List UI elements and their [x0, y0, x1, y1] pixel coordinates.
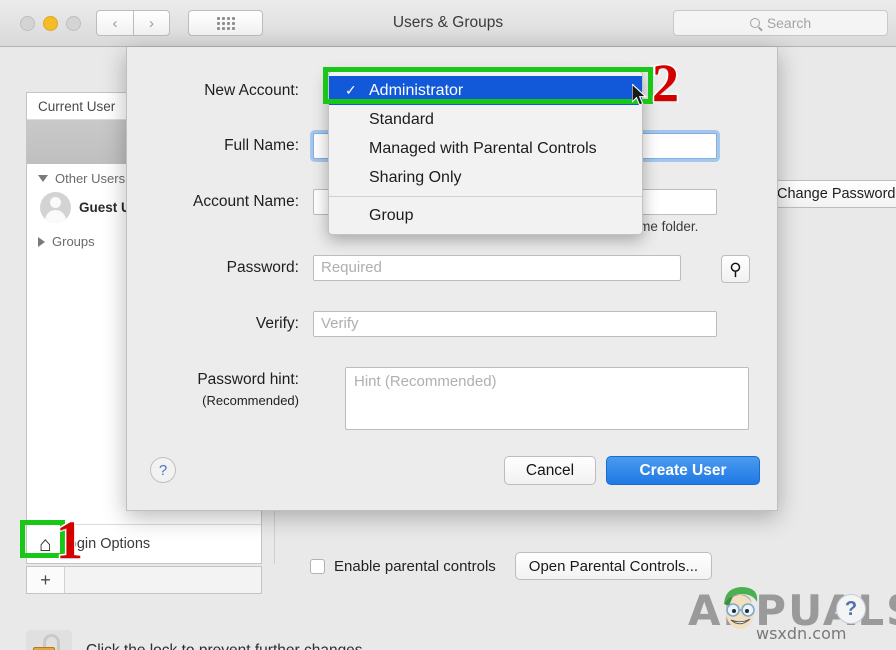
key-icon: ⚲ — [729, 259, 742, 279]
password-input[interactable]: Required — [313, 255, 681, 281]
search-field[interactable]: Search — [673, 10, 888, 36]
highlight-box-menu-administrator — [323, 67, 653, 104]
create-user-button[interactable]: Create User — [606, 456, 760, 485]
verify-input[interactable]: Verify — [313, 311, 717, 337]
disclosure-triangle-right-icon[interactable] — [38, 236, 45, 247]
password-hint-label-main: Password hint: — [197, 371, 299, 388]
app-window: ‹ › Users & Groups Search Change Passwor… — [0, 0, 896, 650]
unlocked-padlock-icon[interactable] — [26, 630, 72, 650]
window-titlebar: ‹ › Users & Groups Search — [0, 0, 896, 47]
field-row-new-account: New Account: — [127, 78, 313, 104]
password-hint-input[interactable]: Hint (Recommended) — [345, 367, 749, 430]
enable-parental-controls-checkbox[interactable] — [310, 558, 325, 574]
menu-item-managed-parental-label: Managed with Parental Controls — [369, 139, 597, 157]
field-row-password: Password: Required — [127, 255, 681, 281]
question-mark-badge: ? — [836, 594, 866, 624]
password-hint-label: Password hint: (Recommended) — [127, 367, 313, 409]
password-hint-label-sub: (Recommended) — [202, 393, 299, 408]
groups-label: Groups — [52, 234, 95, 249]
menu-item-group[interactable]: Group — [329, 201, 642, 230]
menu-item-group-label: Group — [369, 206, 414, 224]
account-name-label: Account Name: — [193, 193, 299, 210]
cancel-button[interactable]: Cancel — [504, 456, 596, 485]
mouse-cursor-icon — [632, 84, 647, 106]
new-account-label: New Account: — [204, 82, 299, 99]
help-button[interactable]: ? — [150, 457, 176, 483]
disclosure-triangle-down-icon[interactable] — [38, 175, 48, 182]
avatar — [40, 192, 71, 223]
enable-parental-controls-label: Enable parental controls — [334, 557, 496, 575]
search-icon — [749, 18, 760, 28]
lock-row[interactable]: Click the lock to prevent further change… — [26, 630, 367, 650]
field-row-verify: Verify: Verify — [127, 311, 717, 337]
verify-label: Verify: — [255, 315, 299, 332]
parental-controls-row: Enable parental controls Open Parental C… — [310, 552, 713, 580]
menu-item-standard[interactable]: Standard — [329, 105, 642, 134]
field-row-password-hint: Password hint: (Recommended) — [127, 367, 313, 409]
watermark: APPUALS ? wsxdn.com — [688, 578, 896, 646]
password-assistant-button[interactable]: ⚲ — [721, 255, 750, 283]
search-placeholder: Search — [766, 15, 812, 31]
full-name-label: Full Name: — [224, 137, 299, 154]
change-password-button[interactable]: Change Password... — [762, 180, 896, 208]
open-parental-controls-button[interactable]: Open Parental Controls... — [514, 552, 713, 580]
other-users-label: Other Users — [55, 171, 126, 186]
watermark-site: wsxdn.com — [756, 624, 847, 643]
menu-item-managed-parental[interactable]: Managed with Parental Controls — [329, 134, 642, 163]
password-label: Password: — [226, 259, 299, 276]
menu-separator — [329, 196, 642, 197]
lock-message: Click the lock to prevent further change… — [86, 642, 367, 650]
menu-item-sharing-only-label: Sharing Only — [369, 168, 462, 186]
step-badge-1: 1 — [55, 510, 85, 570]
add-user-button[interactable]: + — [27, 567, 65, 593]
menu-item-standard-label: Standard — [369, 110, 434, 128]
add-remove-user-bar: + — [26, 566, 262, 594]
menu-item-sharing-only[interactable]: Sharing Only — [329, 163, 642, 192]
step-badge-2: 2 — [651, 53, 681, 113]
